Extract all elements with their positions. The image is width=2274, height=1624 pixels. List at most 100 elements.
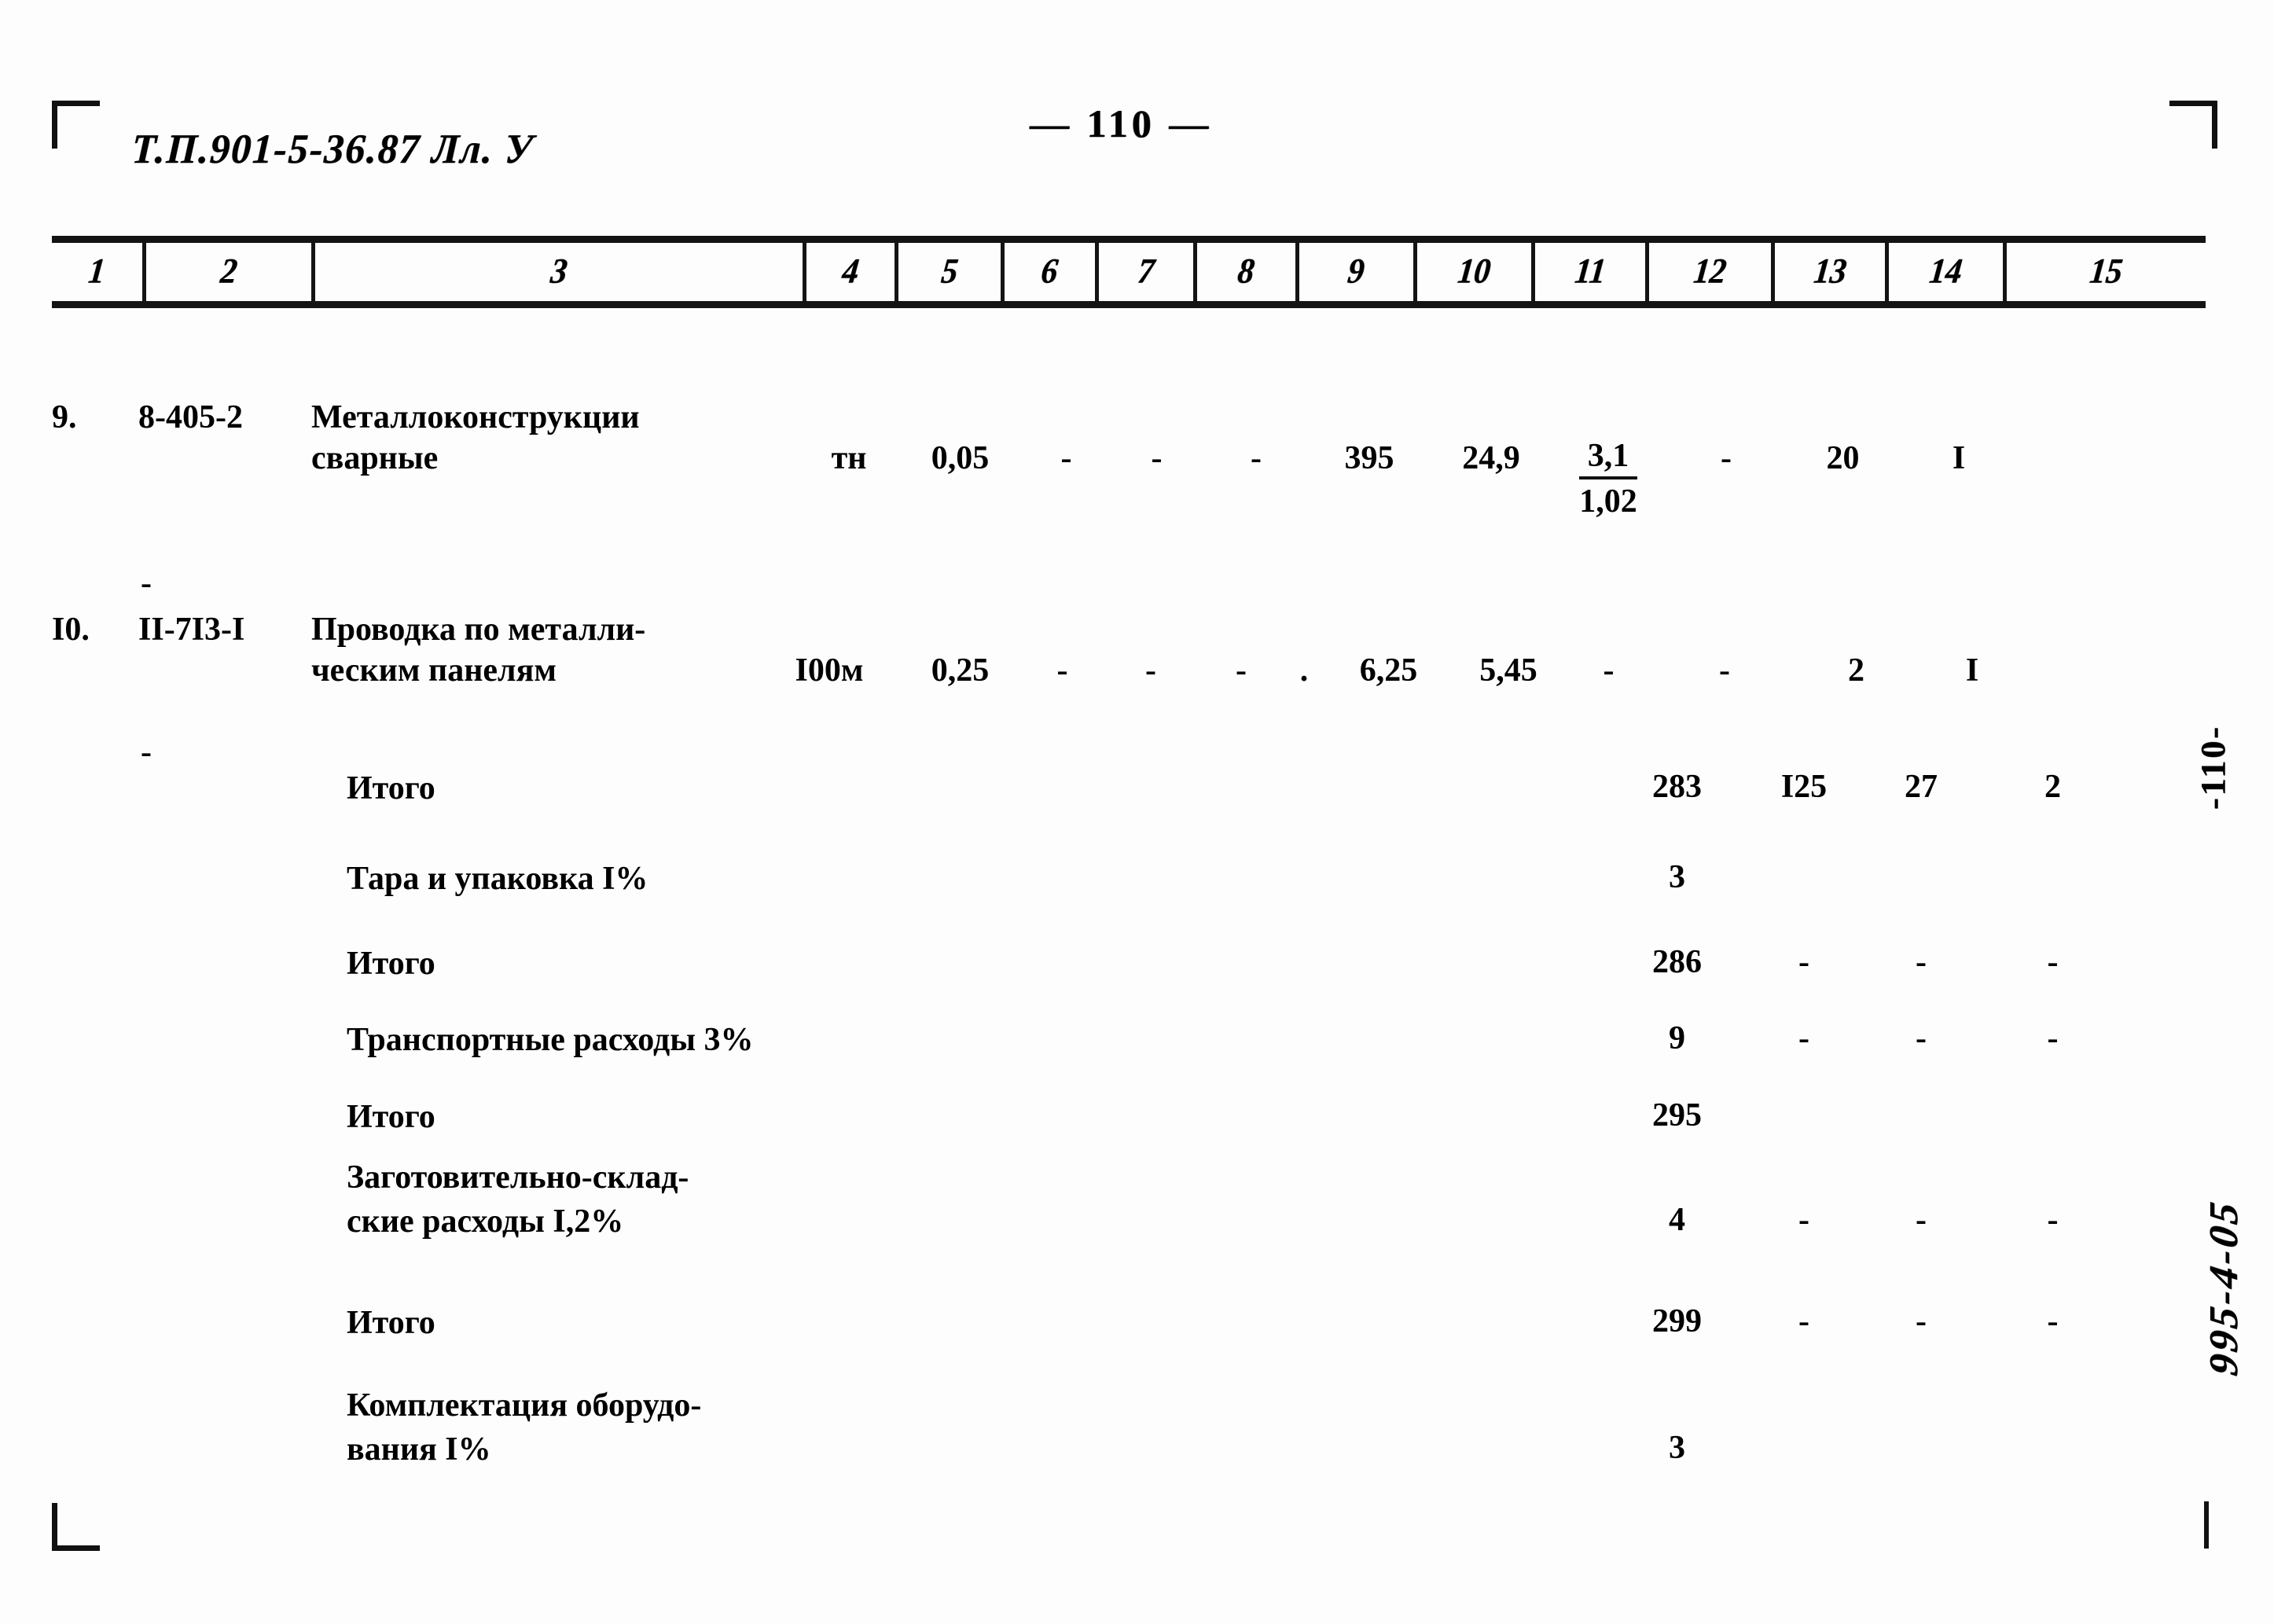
column-number-13: 13 — [1775, 243, 1889, 301]
summary-label-komplektaciya: Комплектация оборудо- вания I% — [52, 1383, 1608, 1472]
summary-label-komplektaciya-line1: Комплектация оборудо- — [347, 1387, 702, 1424]
summary-zagotovitelno-c15: - — [2047, 1202, 2059, 1238]
column-number-band: 1 2 3 4 5 6 7 8 9 10 11 12 13 14 15 — [52, 236, 2206, 308]
row9-c15: - — [141, 565, 152, 601]
row10-unit: I00м — [795, 652, 864, 689]
summary-transport-c13: - — [1798, 1020, 1809, 1056]
row10-c8: - — [1236, 652, 1247, 689]
summary-transport-c12: 9 — [1669, 1020, 1685, 1056]
summary-itogo-1-c14: 27 — [1905, 769, 1938, 805]
row10-c13: 2 — [1848, 652, 1864, 689]
crop-mark-bottom-left — [52, 1503, 100, 1551]
row9-code: 8-405-2 — [138, 399, 243, 435]
summary-itogo-2-c14: - — [1916, 944, 1927, 980]
document-code: Т.П.901-5-36.87 Лл. У — [130, 125, 535, 172]
summary-itogo-1-c12: 283 — [1652, 769, 1702, 805]
row10-c9: 6,25 — [1359, 652, 1418, 689]
row10-c15: - — [141, 734, 152, 770]
row10-no: I0. — [52, 612, 90, 648]
row9-c5: 0,05 — [931, 440, 990, 476]
row10-c12: - — [1719, 652, 1730, 689]
row10-c11: - — [1603, 652, 1615, 689]
summary-row-itogo-4: Итого 299 - - - — [52, 1301, 2206, 1345]
summary-label-zagotovitelno-line2: ские расходы I,2% — [347, 1203, 624, 1240]
summary-zagotovitelno-c14: - — [1916, 1202, 1927, 1238]
summary-transport-c14: - — [1916, 1020, 1927, 1056]
summary-transport-c15: - — [2047, 1020, 2059, 1056]
summary-komplektaciya-c13 — [1746, 1383, 1862, 1427]
row10-name-line2: ческим панелям — [311, 652, 557, 689]
summary-label-itogo-4: Итого — [347, 1305, 435, 1341]
summary-label-itogo-3: Итого — [347, 1099, 435, 1135]
row10-name: Проводка по металли- ческим панелям — [311, 609, 763, 691]
summary-itogo-4-c14: - — [1916, 1303, 1927, 1339]
summary-itogo-4-c12: 299 — [1652, 1303, 1702, 1339]
column-number-15: 15 — [2088, 250, 2125, 291]
summary-label-zagotovitelno: Заготовительно-склад- ские расходы I,2% — [52, 1156, 1608, 1244]
column-number-6: 6 — [1005, 243, 1099, 301]
summary-label-komplektaciya-line2: вания I% — [347, 1431, 491, 1468]
row9-unit: тн — [831, 440, 867, 476]
summary-itogo-1-c15: 2 — [2044, 769, 2061, 805]
row9-name: Металлоконструкции сварные — [311, 397, 803, 479]
summary-row-itogo-2: Итого 286 - - - — [52, 942, 2206, 986]
row9-name-line1: Металлоконструкции — [311, 399, 640, 435]
summary-label-zagotovitelno-line1: Заготовительно-склад- — [347, 1159, 689, 1196]
row10-c14: I — [1965, 652, 1979, 689]
summary-zagotovitelno-c12: 4 — [1669, 1202, 1685, 1238]
scanned-document-page: Т.П.901-5-36.87 Лл. У — 110 — 1 2 3 4 5 … — [0, 0, 2274, 1624]
row10-code: II-7I3-I — [138, 612, 245, 648]
summary-komplektaciya-c15 — [1980, 1383, 2125, 1427]
page-number-top: — 110 — — [1030, 101, 1213, 145]
summary-label-itogo-2: Итого — [347, 946, 435, 982]
summary-row-itogo-3: Итого 295 — [52, 1095, 2206, 1139]
column-number-5: 5 — [898, 243, 1005, 301]
column-number-9: 9 — [1299, 243, 1417, 301]
crop-mark-top-left — [52, 101, 100, 149]
summary-label-itogo-1: Итого — [347, 770, 435, 806]
row10-c10: 5,45 — [1479, 652, 1537, 689]
row10-name-line1: Проводка по металли- — [311, 612, 646, 648]
summary-zagotovitelno-c13: - — [1798, 1202, 1809, 1238]
summary-row-komplektaciya: Комплектация оборудо- вания I% 3 — [52, 1383, 2206, 1472]
table-row-10: I0. II-7I3-I Проводка по металли- ческим… — [52, 609, 2206, 773]
crop-mark-bottom-right — [2201, 1501, 2209, 1549]
row9-c11-numerator: 3,1 — [1579, 436, 1637, 479]
row9-c9: 395 — [1344, 440, 1394, 476]
row10-c6: - — [1056, 652, 1068, 689]
summary-itogo-4-c15: - — [2047, 1303, 2059, 1339]
column-number-8: 8 — [1197, 243, 1299, 301]
table-row-9: 9. 8-405-2 Металлоконструкции сварные тн… — [52, 397, 2206, 604]
column-number-7: 7 — [1099, 243, 1197, 301]
summary-itogo-4-c13: - — [1798, 1303, 1809, 1339]
row9-c11-fraction: 3,1 1,02 — [1550, 397, 1666, 522]
summary-row-itogo-1: Итого 283 I25 27 2 — [52, 766, 2206, 810]
row9-c14: I — [1952, 440, 1966, 476]
column-number-1: 1 — [52, 243, 146, 301]
row9-c7: - — [1151, 440, 1163, 476]
row9-c11-denominator: 1,02 — [1579, 483, 1637, 520]
summary-row-transport: Транспортные расходы 3% 9 - - - — [52, 1018, 2206, 1062]
crop-mark-top-right — [2169, 101, 2217, 149]
column-number-4: 4 — [806, 243, 898, 301]
row9-c13: 20 — [1826, 440, 1860, 476]
column-number-14: 14 — [1889, 243, 2007, 301]
side-page-marker: -110- — [2194, 725, 2232, 810]
row9-c12: - — [1721, 440, 1732, 476]
summary-row-zagotovitelno: Заготовительно-склад- ские расходы I,2% … — [52, 1156, 2206, 1244]
column-number-3: 3 — [315, 243, 806, 301]
row10-c7: - — [1145, 652, 1156, 689]
summary-label-transport: Транспортные расходы 3% — [347, 1022, 754, 1058]
summary-label-tara: Тара и упаковка I% — [347, 861, 648, 897]
row9-c10: 24,9 — [1462, 440, 1520, 476]
column-number-10: 10 — [1417, 243, 1535, 301]
row9-no: 9. — [52, 399, 77, 435]
summary-itogo-2-c12: 286 — [1652, 944, 1702, 980]
row10-c5: 0,25 — [931, 652, 990, 689]
row9-name-line2: сварные — [311, 440, 439, 476]
side-handwritten-marker: 995-4-05 — [2202, 1196, 2246, 1379]
row9-c6: - — [1060, 440, 1072, 476]
column-number-12: 12 — [1649, 243, 1775, 301]
summary-itogo-2-c13: - — [1798, 944, 1809, 980]
summary-itogo-3-c12: 295 — [1652, 1097, 1702, 1133]
